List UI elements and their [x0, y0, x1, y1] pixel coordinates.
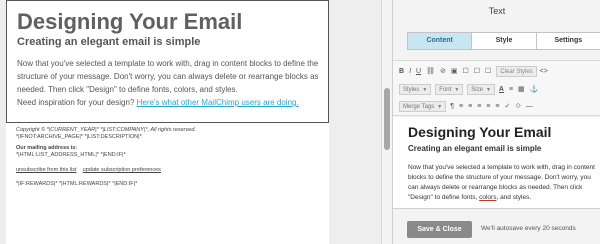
panel-title: Text — [488, 6, 506, 16]
source-code-icon[interactable]: <> — [540, 65, 548, 78]
clear-styles-button[interactable]: Clear Styles — [496, 66, 537, 77]
inspiration-text: Need inspiration for your design? — [17, 98, 135, 107]
selected-text-block[interactable]: Designing Your Email Creating an elegant… — [6, 0, 329, 123]
preview-inspiration: Need inspiration for your design? Here's… — [17, 98, 299, 107]
edit-panel: Text Content Style Settings B I U ⛓ ⊘ ▣ … — [392, 0, 600, 244]
preview-subheading: Creating an elegant email is simple — [17, 36, 201, 48]
tab-style[interactable]: Style — [472, 33, 537, 49]
update-preferences-link[interactable]: update subscription preferences — [83, 167, 161, 173]
footer-copyright: Copyright © *|CURRENT_YEAR|* *|LIST:COMP… — [16, 127, 196, 133]
editor-toolbar: B I U ⛓ ⊘ ▣ ☐ ☐ ☐ Clear Styles <> Styles… — [393, 60, 600, 116]
horizontal-rule-icon[interactable]: — — [526, 100, 533, 113]
image-icon[interactable]: ▣ — [451, 65, 458, 78]
spellcheck-icon[interactable]: ✓ — [504, 100, 510, 113]
footer-address: *|HTML:LIST_ADDRESS_HTML|* *|END:IF|* — [16, 152, 126, 158]
link-icon[interactable]: ⛓ — [426, 65, 435, 78]
underline-button[interactable]: U — [416, 65, 421, 78]
indent-icon[interactable]: ≡ — [486, 100, 490, 113]
merge-tags-label: Merge Tags — [403, 104, 435, 110]
autosave-notice: We'll autosave every 20 seconds — [481, 225, 576, 232]
paragraph-icon[interactable]: ¶ — [450, 100, 454, 113]
editor-heading[interactable]: Designing Your Email — [408, 124, 551, 140]
chevron-down-icon: ▼ — [422, 87, 428, 93]
footer-archive: *|IFNOT:ARCHIVE_PAGE|* *|LIST:DESCRIPTIO… — [16, 134, 142, 140]
font-color-button[interactable]: A — [499, 83, 504, 96]
editor-paragraph[interactable]: Now that you've selected a template to w… — [408, 163, 596, 203]
styles-label: Styles — [403, 87, 420, 93]
editor-paragraph-underlined: colors — [479, 194, 497, 201]
panel-footer: Save & Close We'll autosave every 20 sec… — [393, 215, 600, 244]
paste-text-icon[interactable]: ☐ — [474, 65, 480, 78]
numbered-list-icon[interactable]: ≡ — [468, 100, 472, 113]
bold-button[interactable]: B — [399, 65, 404, 78]
chevron-down-icon: ▼ — [437, 104, 443, 110]
blockquote-icon[interactable]: ≡ — [495, 100, 499, 113]
outdent-icon[interactable]: ≡ — [477, 100, 481, 113]
size-label: Size — [471, 87, 483, 93]
save-close-button[interactable]: Save & Close — [407, 221, 472, 238]
styles-dropdown[interactable]: Styles ▼ — [399, 84, 432, 95]
chevron-down-icon: ▼ — [485, 87, 491, 93]
chevron-down-icon: ▼ — [454, 87, 460, 93]
special-char-icon[interactable]: ⟐ — [515, 100, 521, 113]
text-align-icon[interactable]: ≡ — [509, 83, 513, 96]
preview-scrollbar-thumb[interactable] — [384, 88, 390, 150]
paste-word-icon[interactable]: ☐ — [485, 65, 491, 78]
toolbar-row-3: Merge Tags ▼ ¶ ≡ ≡ ≡ ≡ ≡ ✓ ⟐ — — [399, 100, 538, 113]
font-label: Font — [439, 87, 452, 93]
tab-content[interactable]: Content — [408, 33, 473, 49]
background-color-icon[interactable]: ▦ — [518, 83, 525, 96]
preview-heading: Designing Your Email — [17, 9, 243, 34]
table-icon[interactable]: ☐ — [462, 65, 468, 78]
footer-block[interactable]: Copyright © *|CURRENT_YEAR|* *|LIST:COMP… — [6, 123, 329, 244]
text-editor-area[interactable]: Designing Your Email Creating an elegant… — [393, 117, 600, 209]
panel-tabs: Content Style Settings — [407, 32, 600, 50]
bullet-list-icon[interactable]: ≡ — [459, 100, 463, 113]
tab-settings[interactable]: Settings — [537, 33, 600, 49]
italic-button[interactable]: I — [409, 65, 411, 78]
unlink-icon[interactable]: ⊘ — [440, 65, 446, 78]
merge-tags-dropdown[interactable]: Merge Tags ▼ — [399, 101, 447, 112]
editor-subheading[interactable]: Creating an elegant email is simple — [408, 144, 541, 153]
email-canvas: Designing Your Email Creating an elegant… — [6, 0, 329, 244]
unsubscribe-link[interactable]: unsubscribe from this list — [16, 167, 77, 173]
inspiration-link[interactable]: Here's what other MailChimp users are do… — [137, 98, 299, 107]
font-dropdown[interactable]: Font ▼ — [435, 84, 464, 95]
footer-rewards: *|IF:REWARDS|* *|HTML:REWARDS|* *|END:IF… — [16, 181, 138, 187]
footer-links: unsubscribe from this list update subscr… — [16, 167, 161, 173]
size-dropdown[interactable]: Size ▼ — [467, 84, 495, 95]
email-preview: Designing Your Email Creating an elegant… — [0, 0, 381, 244]
toolbar-row-2: Styles ▼ Font ▼ Size ▼ A ≡ ▦ ⚓ — [399, 83, 543, 96]
toolbar-row-1: B I U ⛓ ⊘ ▣ ☐ ☐ ☐ Clear Styles <> — [399, 65, 553, 78]
editor-paragraph-end: , and styles. — [496, 194, 532, 201]
anchor-icon[interactable]: ⚓ — [530, 83, 539, 96]
preview-paragraph: Now that you've selected a template to w… — [17, 59, 319, 94]
footer-mailing-label: Our mailing address is: — [16, 145, 78, 151]
